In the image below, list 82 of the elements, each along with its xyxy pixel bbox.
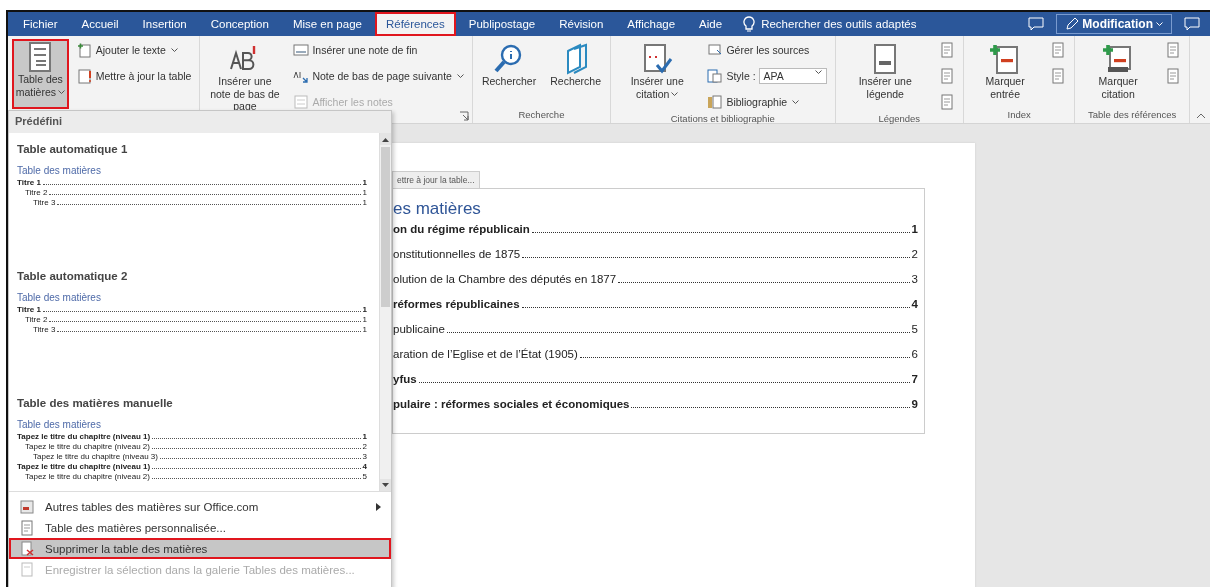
ribbon-button[interactable]: Marquer entrée bbox=[967, 39, 1043, 109]
menu-header: Prédéfini bbox=[9, 111, 391, 133]
toc-entry-text: Titre 1 bbox=[17, 178, 41, 188]
ribbon-button[interactable]: Insérer une note de fin bbox=[289, 39, 468, 61]
page-number: 9 bbox=[911, 398, 918, 410]
page-number: 5 bbox=[362, 472, 367, 482]
menu-item[interactable]: Table des matières personnalisée... bbox=[9, 517, 391, 538]
ribbon-button[interactable]: Ajouter le texte bbox=[72, 39, 196, 61]
preview-heading: Table des matières bbox=[17, 292, 102, 303]
ribbon-button[interactable]: Mettre à jour la table bbox=[72, 65, 196, 87]
ribbon-tab[interactable]: Révision bbox=[548, 12, 615, 36]
page-number: 1 bbox=[362, 315, 367, 325]
toc-entry-text: Titre 2 bbox=[25, 315, 48, 325]
page-number: 1 bbox=[362, 178, 367, 188]
menu-item[interactable]: Autres tables des matières sur Office.com bbox=[9, 496, 391, 517]
page-number: 6 bbox=[911, 348, 918, 360]
group-label: Recherche bbox=[518, 109, 565, 120]
group-label: Index bbox=[1007, 109, 1031, 120]
ribbon-button[interactable]: Insérer une légende bbox=[839, 39, 931, 113]
page-number: 4 bbox=[362, 462, 367, 472]
search-field[interactable]: Rechercher des outils adaptés bbox=[761, 18, 917, 30]
toc-entry-text: Tapez le titre du chapitre (niveau 3) bbox=[33, 452, 158, 462]
toc-entry-text: Titre 2 bbox=[25, 188, 48, 198]
toc-entry-text: Tapez le titre du chapitre (niveau 1) bbox=[17, 432, 151, 442]
preview-heading: Table des matières bbox=[17, 419, 102, 430]
page-number: 5 bbox=[911, 323, 918, 335]
group-label: Table des références bbox=[1088, 109, 1177, 120]
page-number: 1 bbox=[362, 325, 367, 335]
ribbon-button[interactable]: Gérer les sources bbox=[703, 39, 831, 61]
ribbon-tab[interactable]: Accueil bbox=[70, 12, 130, 36]
toc-entry-text: Tapez le titre du chapitre (niveau 2) bbox=[25, 442, 150, 452]
ribbon-tab[interactable]: Publipostage bbox=[457, 12, 547, 36]
toc-entry-text: Titre 3 bbox=[33, 198, 56, 208]
ribbon-button[interactable]: Rechercher bbox=[476, 39, 542, 109]
gallery-item-title[interactable]: Table automatique 2 bbox=[17, 270, 371, 282]
page-number: 4 bbox=[911, 298, 918, 310]
ribbon-tab[interactable]: Affichage bbox=[616, 12, 687, 36]
gallery-item-title[interactable]: Table des matières manuelle bbox=[17, 397, 371, 409]
gallery-item-title[interactable]: Table automatique 1 bbox=[17, 143, 371, 155]
style-label: Style : bbox=[726, 70, 756, 82]
toc-entry-text: pulaire : réformes sociales et économiques bbox=[393, 398, 630, 410]
ribbon-tab[interactable]: Références bbox=[374, 12, 456, 36]
ribbon-button[interactable]: Recherche bbox=[545, 39, 606, 109]
page-number: 3 bbox=[911, 273, 918, 285]
ribbon-button[interactable]: Marquer citation bbox=[1079, 39, 1157, 109]
page-number: 1 bbox=[362, 432, 367, 442]
page-number: 2 bbox=[362, 442, 367, 452]
editing-mode-button[interactable]: Modification bbox=[1056, 14, 1172, 34]
toc-entry-text: Tapez le titre du chapitre (niveau 1) bbox=[17, 462, 151, 472]
toc-entry-text: Tapez le titre du chapitre (niveau 2) bbox=[25, 472, 150, 482]
ribbon-button[interactable]: Insérer une citation bbox=[615, 39, 700, 113]
ribbon-tab[interactable]: Fichier bbox=[12, 12, 69, 36]
toc-heading: es matières bbox=[393, 199, 482, 219]
page-number: 1 bbox=[362, 305, 367, 315]
toc-entry-text: publicaine bbox=[393, 323, 445, 335]
ribbon-button[interactable]: Bibliographie bbox=[703, 91, 831, 113]
ribbon-button[interactable]: Table des matières bbox=[12, 39, 69, 109]
page-number: 1 bbox=[362, 188, 367, 198]
ribbon-button[interactable]: Note de bas de page suivante bbox=[289, 65, 468, 87]
ribbon-tab[interactable]: Conception bbox=[199, 12, 280, 36]
toc-entry-text: onstitutionnelles de 1875 bbox=[393, 248, 521, 260]
ribbon-tab[interactable]: Aide bbox=[688, 12, 734, 36]
ribbon-tab[interactable]: Insertion bbox=[131, 12, 198, 36]
toc-entry-text: olution de la Chambre des députés en 1877 bbox=[393, 273, 617, 285]
page-number: 7 bbox=[911, 373, 918, 385]
toc-entry-text: yfus bbox=[393, 373, 417, 385]
group-label: Citations et bibliographie bbox=[670, 113, 775, 124]
style-dropdown[interactable]: APA bbox=[758, 68, 827, 84]
menu-item[interactable]: Supprimer la table des matières bbox=[9, 538, 391, 559]
page-number: 1 bbox=[362, 198, 367, 208]
ribbon-tab[interactable]: Mise en page bbox=[281, 12, 373, 36]
toc-entry-text: réformes républicaines bbox=[393, 298, 520, 310]
toc-entry-text: on du régime républicain bbox=[393, 223, 530, 235]
page-number: 3 bbox=[362, 452, 367, 462]
toc-entry-text: Titre 1 bbox=[17, 305, 41, 315]
preview-heading: Table des matières bbox=[17, 165, 102, 176]
group-label: Légendes bbox=[878, 113, 921, 124]
update-table-tab[interactable]: ettre à jour la table... bbox=[392, 171, 480, 188]
toc-entry-text: aration de l’Eglise et de l’État (1905) bbox=[393, 348, 578, 360]
page-number: 1 bbox=[911, 223, 918, 235]
toc-entry-text: Titre 3 bbox=[33, 325, 56, 335]
page-number: 2 bbox=[911, 248, 918, 260]
